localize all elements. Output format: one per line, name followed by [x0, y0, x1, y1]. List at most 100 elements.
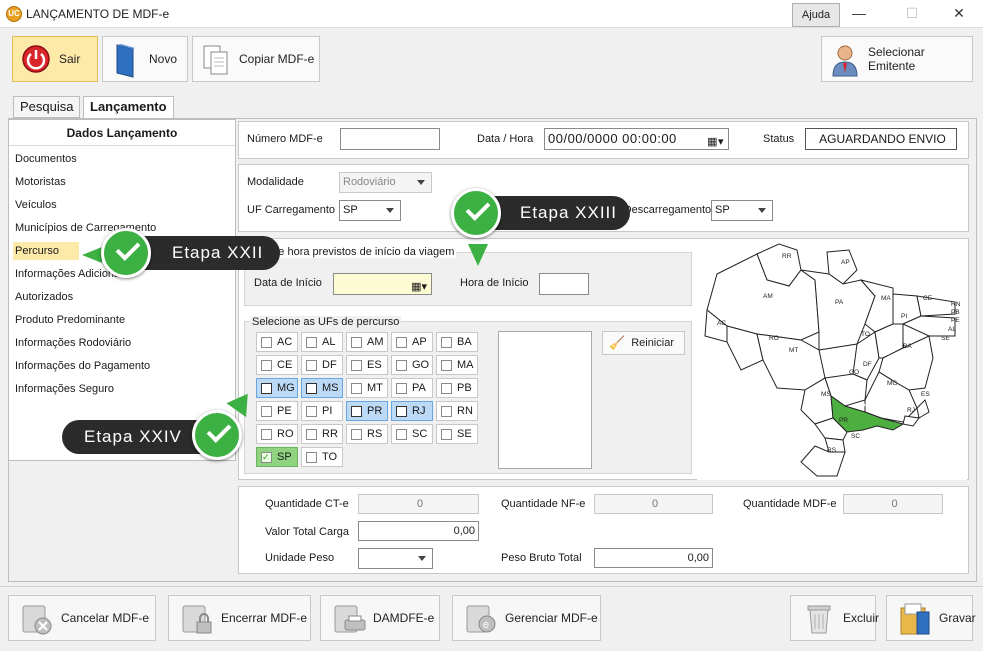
uf-checkbox-pb[interactable]: PB	[436, 378, 478, 398]
uf-checkbox-ac[interactable]: AC	[256, 332, 298, 352]
modalidade-select[interactable]: Rodoviário	[339, 172, 432, 193]
gerenciar-mdfe-button[interactable]: e Gerenciar MDF-e	[452, 595, 601, 641]
sidebar: Dados Lançamento Documentos Motoristas V…	[8, 119, 236, 461]
tab-lancamento[interactable]: Lançamento	[83, 96, 174, 119]
maximize-icon[interactable]: ☐	[898, 4, 926, 24]
uf-checkbox-ce[interactable]: CE	[256, 355, 298, 375]
cancelar-label: Cancelar MDF-e	[61, 611, 150, 625]
checkbox-icon[interactable]	[441, 359, 452, 371]
checkbox-icon[interactable]	[261, 336, 272, 348]
checkbox-icon[interactable]	[306, 405, 317, 417]
checkbox-icon[interactable]	[396, 359, 407, 371]
checkbox-icon[interactable]	[306, 336, 317, 348]
cancelar-mdfe-button[interactable]: Cancelar MDF-e	[8, 595, 156, 641]
excluir-button[interactable]: Excluir	[790, 595, 879, 641]
uf-checkbox-mt[interactable]: MT	[346, 378, 388, 398]
checkbox-icon[interactable]	[306, 359, 317, 371]
checkbox-icon[interactable]	[351, 382, 362, 394]
checkbox-icon[interactable]	[351, 428, 362, 440]
checkbox-icon[interactable]	[261, 359, 272, 371]
checkbox-icon[interactable]	[306, 451, 317, 463]
unidade-peso-select[interactable]	[358, 548, 433, 569]
checkbox-icon[interactable]	[441, 428, 452, 440]
checkbox-icon[interactable]	[261, 428, 272, 440]
sidebar-item-info-pagamento[interactable]: Informações do Pagamento	[15, 357, 150, 375]
uf-checkbox-sp[interactable]: ✓ SP	[256, 447, 298, 467]
uf-checkbox-rn[interactable]: RN	[436, 401, 478, 421]
checkbox-icon[interactable]	[261, 405, 272, 417]
selected-ufs-list[interactable]	[498, 331, 592, 469]
copiar-mdfe-button[interactable]: Copiar MDF-e	[192, 36, 320, 82]
uf-checkbox-rr[interactable]: RR	[301, 424, 343, 444]
checkbox-icon[interactable]	[441, 405, 452, 417]
uf-checkbox-ro[interactable]: RO	[256, 424, 298, 444]
uf-checkbox-to[interactable]: TO	[301, 447, 343, 467]
sidebar-item-documentos[interactable]: Documentos	[15, 150, 77, 168]
sidebar-item-autorizados[interactable]: Autorizados	[15, 288, 73, 306]
close-icon[interactable]: ✕	[945, 4, 973, 24]
sidebar-item-info-rodoviario[interactable]: Informações Rodoviário	[15, 334, 131, 352]
sair-label: Sair	[59, 52, 81, 66]
uf-checkbox-es[interactable]: ES	[346, 355, 388, 375]
sair-button[interactable]: Sair	[12, 36, 98, 82]
checkbox-icon[interactable]	[396, 405, 407, 417]
uf-checkbox-ma[interactable]: MA	[436, 355, 478, 375]
uf-checkbox-ba[interactable]: BA	[436, 332, 478, 352]
calendar-icon[interactable]: ▦▾	[411, 277, 427, 297]
sidebar-item-veiculos[interactable]: Veículos	[15, 196, 57, 214]
checkbox-icon[interactable]	[306, 382, 317, 394]
map-label-ap: AP	[841, 259, 850, 266]
uf-carregamento-select[interactable]: SP	[339, 200, 401, 221]
checkbox-icon[interactable]	[441, 382, 452, 394]
etapa-22-pointer	[82, 247, 102, 263]
selecionar-emitente-button[interactable]: Selecionar Emitente	[821, 36, 973, 82]
uf-checkbox-pi[interactable]: PI	[301, 401, 343, 421]
checkbox-icon[interactable]: ✓	[261, 451, 272, 463]
uf-checkbox-am[interactable]: AM	[346, 332, 388, 352]
uf-checkbox-df[interactable]: DF	[301, 355, 343, 375]
checkbox-icon[interactable]	[351, 359, 362, 371]
uf-checkbox-se[interactable]: SE	[436, 424, 478, 444]
uf-checkbox-sc[interactable]: SC	[391, 424, 433, 444]
tab-pesquisa[interactable]: Pesquisa	[13, 96, 81, 118]
help-button[interactable]: Ajuda	[792, 3, 840, 27]
checkbox-icon[interactable]	[441, 336, 452, 348]
checkbox-icon[interactable]	[351, 405, 362, 417]
sidebar-item-motoristas[interactable]: Motoristas	[15, 173, 66, 191]
uf-checkbox-al[interactable]: AL	[301, 332, 343, 352]
checkbox-icon[interactable]	[396, 428, 407, 440]
uf-label: PE	[277, 405, 292, 417]
damdfe-button[interactable]: DAMDFE-e	[320, 595, 440, 641]
calendar-icon[interactable]: ▦▾	[707, 132, 724, 152]
checkbox-icon[interactable]	[306, 428, 317, 440]
data-inicio-input[interactable]: ▦▾	[333, 273, 432, 295]
uf-checkbox-ap[interactable]: AP	[391, 332, 433, 352]
gravar-button[interactable]: Gravar	[886, 595, 976, 641]
uf-checkbox-mg[interactable]: MG	[256, 378, 298, 398]
uf-checkbox-rj[interactable]: RJ	[391, 401, 433, 421]
checkbox-icon[interactable]	[396, 382, 407, 394]
encerrar-mdfe-button[interactable]: Encerrar MDF-e	[168, 595, 311, 641]
hora-inicio-input[interactable]	[539, 273, 589, 295]
checkbox-icon[interactable]	[396, 336, 407, 348]
sidebar-item-info-seguro[interactable]: Informações Seguro	[15, 380, 114, 398]
uf-checkbox-rs[interactable]: RS	[346, 424, 388, 444]
uf-checkbox-go[interactable]: GO	[391, 355, 433, 375]
uf-descarregamento-select[interactable]: SP	[711, 200, 773, 221]
map-label-sc: SC	[851, 433, 860, 440]
uf-checkbox-pr[interactable]: PR	[346, 401, 388, 421]
numero-mdfe-input[interactable]	[340, 128, 440, 150]
checkbox-icon[interactable]	[351, 336, 362, 348]
sidebar-item-percurso[interactable]: Percurso	[13, 242, 79, 260]
uf-checkbox-ms[interactable]: MS	[301, 378, 343, 398]
data-hora-input[interactable]: 00/00/0000 00:00:00 ▦▾	[544, 128, 729, 150]
peso-bruto-input[interactable]: 0,00	[594, 548, 713, 568]
uf-checkbox-pe[interactable]: PE	[256, 401, 298, 421]
sidebar-item-produto[interactable]: Produto Predominante	[15, 311, 125, 329]
novo-button[interactable]: Novo	[102, 36, 188, 82]
reiniciar-button[interactable]: 🧹 Reiniciar	[602, 331, 685, 355]
minimize-icon[interactable]: —	[845, 4, 873, 24]
uf-checkbox-pa[interactable]: PA	[391, 378, 433, 398]
checkbox-icon[interactable]	[261, 382, 272, 394]
valor-total-input[interactable]: 0,00	[358, 521, 479, 541]
